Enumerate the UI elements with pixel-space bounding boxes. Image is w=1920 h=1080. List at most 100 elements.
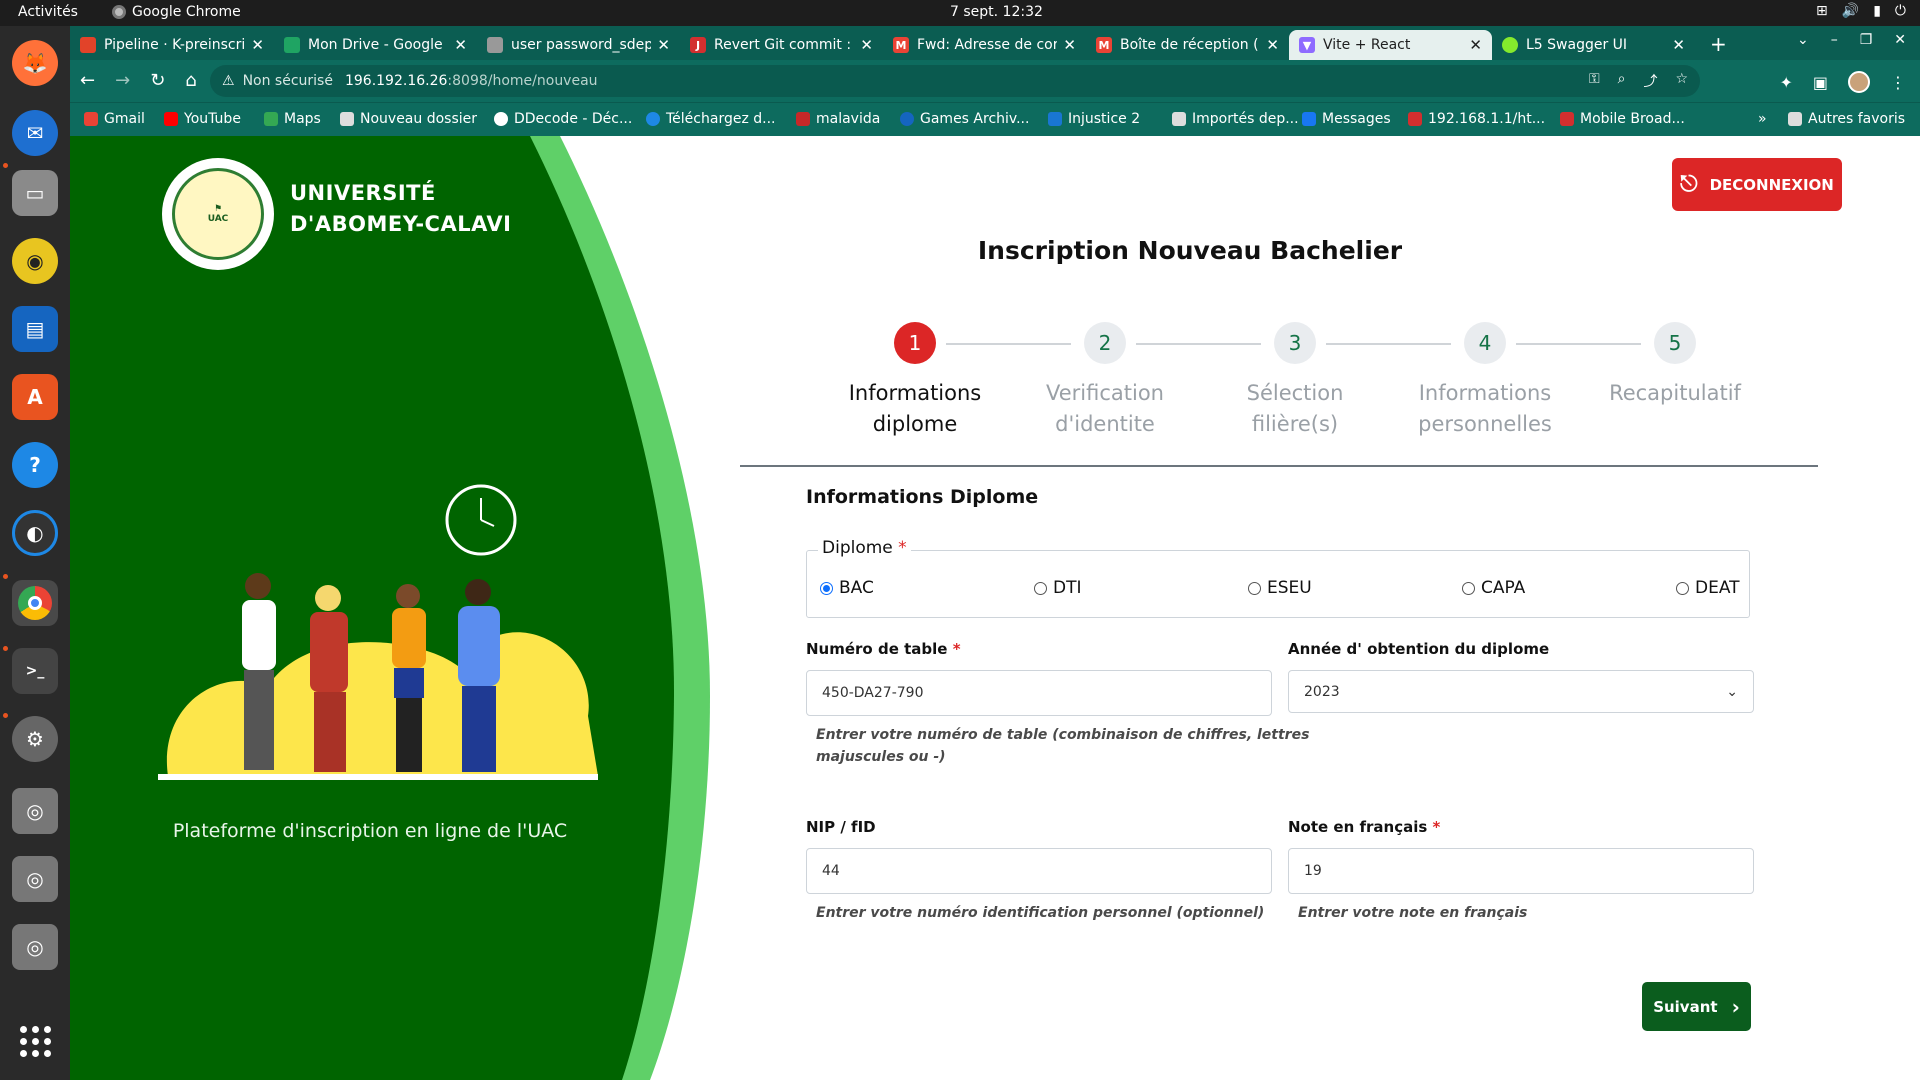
chrome-dock-icon[interactable] [12,580,58,626]
bookmark-router[interactable]: 192.168.1.1/ht... [1408,111,1545,127]
bookmark-telechargez[interactable]: Téléchargez d... [646,111,775,127]
tab[interactable]: M Boîte de réception (✕ [1086,30,1289,60]
bookmark-imported[interactable]: Importés dep... [1172,111,1299,127]
bookmark-other[interactable]: Autres favoris [1788,111,1905,127]
bookmark-youtube[interactable]: YouTube [164,111,241,127]
tab[interactable]: user password_sdep ✕ [477,30,680,60]
key-icon[interactable]: ⚿ [1589,71,1600,91]
extensions-icon[interactable]: ✦ [1779,73,1792,92]
rhythmbox-icon[interactable]: ◉ [12,238,58,284]
radio-deat[interactable]: DEAT [1676,578,1740,598]
university-logo[interactable]: ⚑ UAC [162,158,274,270]
close-icon[interactable]: ✕ [657,36,670,54]
bookmark-injustice[interactable]: Injustice 2 [1048,111,1140,127]
app-menu[interactable]: Google Chrome [112,4,241,20]
terminal-icon[interactable]: >_ [12,648,58,694]
next-button[interactable]: Suivant › [1642,982,1751,1031]
share-icon[interactable]: ⤴ [1643,71,1657,91]
close-icon[interactable]: ✕ [1266,36,1279,54]
address-bar[interactable]: ⚠ Non sécurisé 196.192.16.26 :8098/home/… [210,65,1700,97]
chevron-right-icon: › [1731,994,1740,1019]
postman-icon[interactable]: ◐ [12,510,58,556]
radio-button[interactable] [1248,581,1261,595]
tab[interactable]: Pipeline · K-preinscri ✕ [70,30,274,60]
reload-icon[interactable]: ↻ [150,70,165,91]
tab[interactable]: M Fwd: Adresse de cor ✕ [883,30,1086,60]
show-apps-icon[interactable] [20,1026,51,1057]
software-center-icon[interactable]: A [12,374,58,420]
year-select[interactable]: 2023 ⌄ [1288,670,1754,713]
step-recapitulatif[interactable]: 5 Recapitulatif [1580,322,1770,409]
bookmark-folder[interactable]: Nouveau dossier [340,111,477,127]
disk-icon[interactable]: ◎ [12,924,58,970]
home-icon[interactable]: ⌂ [185,70,196,91]
step-verification-identite[interactable]: 2 Verification d'identite [1010,322,1200,440]
radio-bac[interactable]: BAC [820,578,874,598]
radio-eseu[interactable]: ESEU [1248,578,1312,598]
menu-icon[interactable]: ⋮ [1890,73,1906,92]
bookmark-games[interactable]: Games Archiv... [900,111,1029,127]
settings-icon[interactable]: ⚙ [12,716,58,762]
files-icon[interactable]: ▭ [12,170,58,216]
bookmark-malavida[interactable]: malavida [796,111,880,127]
required-mark: * [898,538,907,558]
step-informations-diplome[interactable]: 1 Informations diplome [820,322,1010,440]
close-icon[interactable]: ✕ [454,36,467,54]
system-tray[interactable]: ⊞ 🔊 ▮ ⏻ [1816,3,1906,19]
forward-icon[interactable]: → [115,70,130,91]
tab[interactable]: L5 Swagger UI ✕ [1492,30,1695,60]
security-label[interactable]: Non sécurisé [243,73,333,89]
tab[interactable]: J Revert Git commit : r ✕ [680,30,883,60]
warning-icon[interactable]: ⚠ [222,73,235,89]
close-icon[interactable]: ✕ [251,36,264,54]
url-host: 196.192.16.26 [344,73,448,89]
back-icon[interactable]: ← [80,70,95,91]
clock[interactable]: 7 sept. 12:32 [950,4,1043,20]
tab[interactable]: Mon Drive - Google D ✕ [274,30,477,60]
writer-icon[interactable]: ▤ [12,306,58,352]
french-grade-label: Note en français * [1288,818,1440,836]
side-panel-icon[interactable]: ▣ [1813,73,1828,92]
firefox-icon[interactable]: 🦊 [12,40,58,86]
thunderbird-icon[interactable]: ✉ [12,110,58,156]
more-bookmarks-icon[interactable]: » [1758,111,1767,127]
table-number-input[interactable] [806,670,1272,716]
zoom-icon[interactable]: ⌕ [1618,71,1626,91]
bookmark-maps[interactable]: Maps [264,111,321,127]
radio-dti[interactable]: DTI [1034,578,1082,598]
nip-input[interactable] [806,848,1272,894]
step-selection-filieres[interactable]: 3 Sélection filière(s) [1200,322,1390,440]
french-grade-input[interactable] [1288,848,1754,894]
bookmark-ddecode[interactable]: DDecode - Déc... [494,111,632,127]
radio-button[interactable] [1462,581,1475,595]
logout-button[interactable]: ⎋ DECONNEXION [1672,158,1842,211]
bookmark-mobile[interactable]: Mobile Broad... [1560,111,1685,127]
bookmark-messages[interactable]: Messages [1302,111,1391,127]
radio-button-selected[interactable] [820,581,833,595]
disk-icon[interactable]: ◎ [12,788,58,834]
profile-avatar[interactable] [1848,71,1870,93]
step-informations-personnelles[interactable]: 4 Informations personnelles [1390,322,1580,440]
tab-search-icon[interactable]: ⌄ [1797,32,1809,48]
activities-button[interactable]: Activités [18,4,78,20]
close-icon[interactable]: ✕ [860,36,873,54]
chevron-down-icon: ⌄ [1726,683,1738,700]
new-tab-button[interactable]: + [1710,32,1727,56]
maximize-icon[interactable]: ❐ [1860,32,1873,48]
close-window-icon[interactable]: ✕ [1894,32,1906,48]
radio-button[interactable] [1034,581,1047,595]
bookmark-label: Maps [284,111,321,127]
bookmark-gmail[interactable]: Gmail [84,111,145,127]
tab-active[interactable]: ▼ Vite + React ✕ [1289,30,1492,60]
close-icon[interactable]: ✕ [1469,36,1482,54]
help-icon[interactable]: ? [12,442,58,488]
disk-icon[interactable]: ◎ [12,856,58,902]
minimize-icon[interactable]: – [1831,32,1838,48]
radio-capa[interactable]: CAPA [1462,578,1525,598]
bookmark-label: Téléchargez d... [666,111,776,127]
close-icon[interactable]: ✕ [1063,36,1076,54]
close-icon[interactable]: ✕ [1672,36,1685,54]
radio-button[interactable] [1676,581,1689,595]
bookmark-star-icon[interactable]: ☆ [1675,71,1688,91]
table-number-label-text: Numéro de table [806,640,948,658]
